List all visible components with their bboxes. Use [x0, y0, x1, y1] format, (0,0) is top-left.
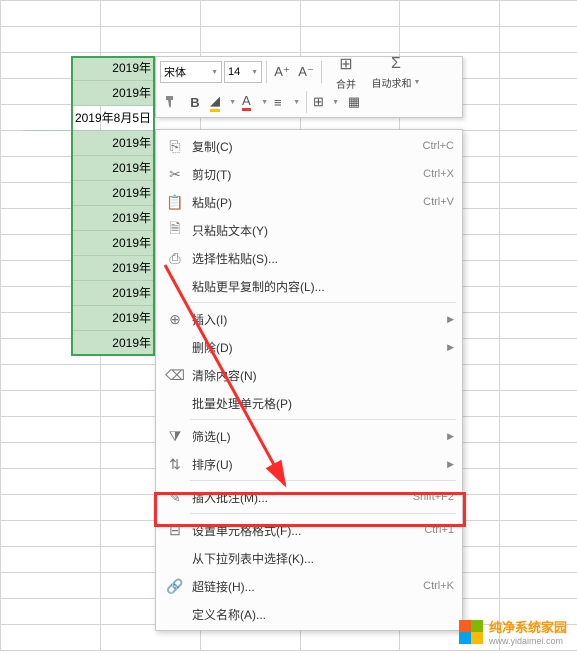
bucket-icon: ◢ — [210, 93, 220, 112]
borders-button[interactable]: ⊞▼ — [311, 91, 341, 113]
menu-paste[interactable]: 📋粘贴(P)Ctrl+V — [156, 188, 462, 216]
comment-icon: ✎ — [162, 489, 188, 506]
chevron-down-icon: ▼ — [293, 99, 300, 106]
chevron-down-icon: ▼ — [332, 99, 339, 106]
cell-date[interactable]: 2019年 — [71, 306, 155, 331]
chevron-down-icon: ▼ — [229, 99, 236, 106]
font-size-label: 14 — [228, 66, 240, 78]
font-color-button[interactable]: A▼ — [240, 91, 270, 113]
insert-icon: ⊕ — [162, 311, 188, 328]
cell-date[interactable]: 2019年 — [71, 281, 155, 306]
cell-date[interactable]: 2019年8月5日 — [23, 106, 153, 131]
menu-paste-recent[interactable]: 粘贴更早复制的内容(L)... — [156, 272, 462, 300]
menu-clear[interactable]: ⌫清除内容(N) — [156, 361, 462, 389]
chevron-down-icon: ▼ — [251, 69, 258, 76]
eraser-icon: ⌫ — [162, 367, 188, 384]
sort-icon: ⇅ — [162, 456, 188, 473]
menu-paste-text[interactable]: 🗎只粘贴文本(Y) — [156, 216, 462, 244]
format-icon: ⊟ — [162, 522, 188, 539]
chevron-right-icon: ▶ — [441, 431, 454, 442]
menu-batch[interactable]: 批量处理单元格(P) — [156, 389, 462, 417]
menu-delete[interactable]: 删除(D)▶ — [156, 333, 462, 361]
brush-icon — [163, 94, 179, 110]
menu-sort[interactable]: ⇅排序(U)▶ — [156, 450, 462, 478]
cell-style-button[interactable]: ▦ — [343, 91, 365, 113]
selected-cells-column: 2019年 2019年 2019年8月5日 2019年 2019年 2019年 … — [71, 56, 155, 356]
cell-date[interactable]: 2019年 — [71, 206, 155, 231]
cell-date[interactable]: 2019年 — [71, 56, 155, 81]
brand-url: www.yidaimei.com — [489, 636, 567, 646]
filter-icon: ⧩ — [162, 428, 188, 445]
increase-font-button[interactable]: A⁺ — [271, 61, 293, 83]
copy-icon: ⎘ — [162, 138, 188, 155]
menu-insert[interactable]: ⊕插入(I)▶ — [156, 305, 462, 333]
cell-date[interactable]: 2019年 — [71, 131, 155, 156]
border-icon: ⊞ — [313, 94, 324, 110]
logo-icon — [459, 620, 483, 644]
sum-icon: Σ — [391, 55, 401, 73]
font-name-select[interactable]: 宋体 ▼ — [160, 61, 222, 83]
menu-pick-from-dropdown[interactable]: 从下拉列表中选择(K)... — [156, 544, 462, 572]
menu-hyperlink[interactable]: 🔗超链接(H)...Ctrl+K — [156, 572, 462, 600]
font-color-icon: A — [242, 93, 251, 111]
align-icon: ≡ — [274, 95, 282, 110]
decrease-font-button[interactable]: A⁻ — [295, 61, 317, 83]
menu-filter[interactable]: ⧩筛选(L)▶ — [156, 422, 462, 450]
cut-icon: ✂ — [162, 166, 188, 183]
paste-text-icon: 🗎 — [162, 218, 188, 242]
align-button[interactable]: ≡▼ — [272, 91, 302, 113]
menu-insert-comment[interactable]: ✎插入批注(M)...Shift+F2 — [156, 483, 462, 511]
fill-color-button[interactable]: ◢▼ — [208, 91, 238, 113]
paste-icon: 📋 — [162, 194, 188, 211]
paste-special-icon: ⎙ — [162, 250, 188, 267]
menu-paste-special[interactable]: ⎙选择性粘贴(S)... — [156, 244, 462, 272]
cell-date[interactable]: 2019年 — [71, 181, 155, 206]
link-icon: 🔗 — [162, 578, 188, 595]
cell-date[interactable]: 2019年 — [71, 331, 155, 356]
chevron-down-icon: ▼ — [211, 69, 218, 76]
menu-format-cells[interactable]: ⊟设置单元格格式(F)...Ctrl+1 — [156, 516, 462, 544]
cell-icon: ▦ — [348, 94, 360, 110]
context-menu: ⎘复制(C)Ctrl+C ✂剪切(T)Ctrl+X 📋粘贴(P)Ctrl+V 🗎… — [155, 129, 463, 631]
cell-date[interactable]: 2019年 — [71, 256, 155, 281]
brand-name: 纯净系统家园 — [489, 617, 567, 636]
font-name-label: 宋体 — [164, 64, 186, 80]
menu-cut[interactable]: ✂剪切(T)Ctrl+X — [156, 160, 462, 188]
format-painter-button[interactable] — [160, 91, 182, 113]
watermark: 纯净系统家园 www.yidaimei.com — [459, 617, 567, 646]
chevron-right-icon: ▶ — [441, 314, 454, 325]
menu-copy[interactable]: ⎘复制(C)Ctrl+C — [156, 132, 462, 160]
cell-date[interactable]: 2019年 — [71, 156, 155, 181]
mini-toolbar: 宋体▼ 14▼ A⁺ A⁻ ⊞合并 Σ自动求和▼ B ◢▼ A▼ ≡▼ ⊞▼ ▦ — [155, 56, 463, 118]
bold-button[interactable]: B — [184, 91, 206, 113]
chevron-right-icon: ▶ — [441, 342, 454, 353]
menu-define-name[interactable]: 定义名称(A)... — [156, 600, 462, 628]
font-size-select[interactable]: 14 ▼ — [224, 61, 262, 83]
chevron-down-icon: ▼ — [414, 79, 421, 86]
cell-date[interactable]: 2019年 — [71, 81, 155, 106]
cell-date[interactable]: 2019年 — [71, 231, 155, 256]
merge-icon: ⊞ — [339, 54, 352, 74]
chevron-down-icon: ▼ — [261, 99, 268, 106]
chevron-right-icon: ▶ — [441, 459, 454, 470]
